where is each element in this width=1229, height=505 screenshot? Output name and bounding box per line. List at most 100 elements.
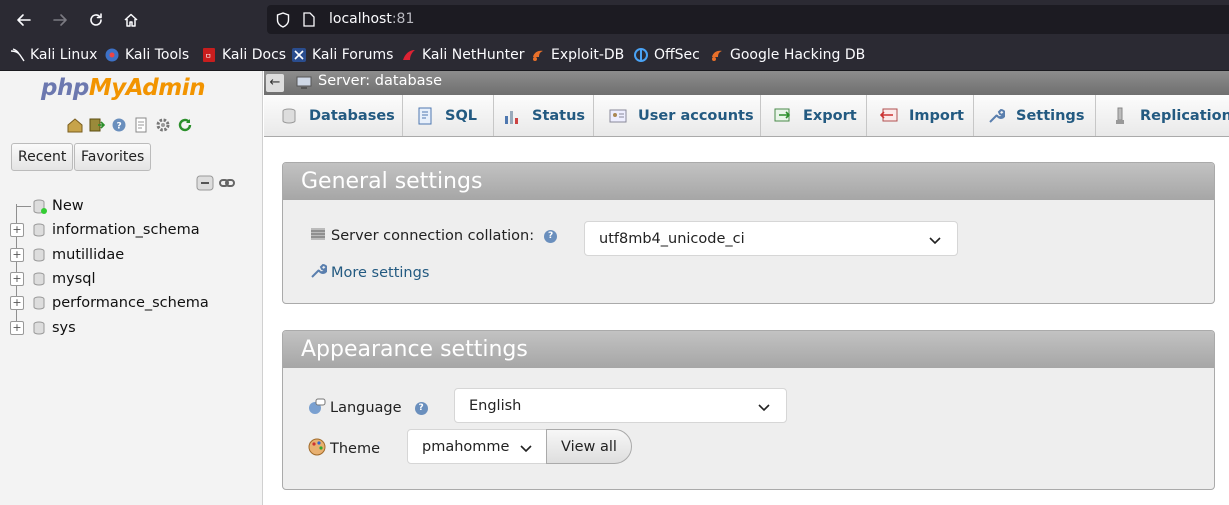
tree-item-new[interactable]: New — [17, 196, 84, 216]
appearance-settings-title: Appearance settings — [283, 331, 1214, 368]
bookmark-offsec[interactable]: OffSec — [634, 46, 700, 64]
link-icon[interactable] — [218, 175, 236, 195]
tree-item-performance-schema[interactable]: + performance_schema — [10, 293, 209, 313]
home-icon[interactable] — [66, 116, 84, 134]
help-icon[interactable]: ? — [414, 401, 428, 415]
more-settings-link[interactable]: More settings — [331, 265, 429, 281]
database-icon — [33, 272, 45, 286]
expand-icon[interactable]: + — [10, 296, 24, 310]
replication-icon — [1110, 106, 1130, 126]
home-icon[interactable] — [119, 8, 143, 32]
tree-controls — [196, 175, 236, 195]
tree-item-sys[interactable]: + sys — [10, 318, 76, 338]
databases-icon — [279, 106, 299, 126]
status-icon — [502, 106, 522, 126]
help-icon[interactable]: ? — [110, 116, 128, 134]
logout-icon[interactable] — [88, 116, 106, 134]
kali-docs-icon: ㅁ — [202, 48, 216, 62]
theme-select[interactable]: pmahomme — [407, 429, 547, 464]
appearance-settings-panel: Appearance settings Language ? English T… — [282, 330, 1215, 490]
bookmark-kali-forums[interactable]: Kali Forums — [292, 46, 393, 64]
kali-dragon-icon — [10, 48, 25, 62]
theme-label: Theme — [330, 441, 381, 457]
ghdb-icon — [710, 48, 724, 62]
kali-nethunter-icon — [402, 48, 416, 62]
shield-icon[interactable] — [276, 12, 290, 32]
database-icon — [33, 223, 45, 237]
bookmark-kali-nethunter[interactable]: Kali NetHunter — [402, 46, 524, 64]
tab-export[interactable]: Export — [761, 95, 867, 136]
tree-item-mysql[interactable]: + mysql — [10, 269, 96, 289]
general-settings-panel: General settings Server connection colla… — [282, 162, 1215, 304]
tree-branch — [17, 205, 31, 207]
favorites-tab-button[interactable]: Favorites — [74, 143, 152, 171]
general-settings-title: General settings — [283, 163, 1214, 200]
collation-row: Server connection collation: ? — [311, 228, 558, 244]
wrench-icon — [309, 262, 328, 284]
tab-user-accounts[interactable]: User accounts — [594, 95, 761, 136]
address-bar[interactable]: localhost:81 — [267, 5, 1229, 34]
bookmark-exploit-db[interactable]: Exploit-DB — [531, 46, 624, 64]
chevron-down-icon — [929, 233, 941, 249]
tab-replication[interactable]: Replication — [1096, 95, 1229, 136]
gear-icon[interactable] — [154, 116, 172, 134]
palette-icon — [308, 438, 326, 460]
exploit-db-icon — [531, 48, 545, 62]
language-row: Language ? — [308, 397, 428, 419]
forward-arrow-icon[interactable] — [48, 8, 72, 32]
expand-icon[interactable]: + — [10, 223, 24, 237]
top-menu: Databases SQL Status User accounts Expor… — [264, 95, 1229, 137]
breadcrumb: ← Server: database — [264, 71, 1229, 95]
new-database-icon — [33, 199, 47, 214]
expand-icon[interactable]: + — [10, 248, 24, 262]
collation-select[interactable]: utf8mb4_unicode_ci — [584, 221, 958, 256]
tab-databases[interactable]: Databases — [264, 95, 403, 136]
kali-tools-icon — [105, 48, 119, 62]
back-arrow-icon[interactable] — [12, 8, 36, 32]
offsec-icon — [634, 48, 648, 62]
collapse-all-icon[interactable] — [196, 175, 214, 195]
wrench-icon — [986, 106, 1006, 126]
help-icon[interactable]: ? — [544, 229, 558, 243]
tree-item-mutillidae[interactable]: + mutillidae — [10, 245, 124, 265]
collapse-navigation-icon[interactable]: ← — [266, 74, 284, 92]
tab-status[interactable]: Status — [494, 95, 594, 136]
theme-row: Theme — [308, 438, 380, 460]
quick-links: ? — [66, 116, 194, 134]
breadcrumb-server[interactable]: Server: database — [318, 73, 442, 89]
navigation-panel: phpMyAdmin ? Recent Favorites New + info… — [0, 71, 263, 505]
export-icon — [773, 106, 793, 126]
sql-icon — [415, 106, 435, 126]
collation-label: Server connection collation: — [331, 228, 535, 244]
language-select[interactable]: English — [454, 388, 787, 423]
tab-import[interactable]: Import — [867, 95, 974, 136]
expand-icon[interactable]: + — [10, 272, 24, 286]
url-text: localhost:81 — [329, 11, 415, 27]
bookmark-kali-tools[interactable]: Kali Tools — [105, 46, 189, 64]
tab-settings[interactable]: Settings — [974, 95, 1096, 136]
language-icon — [308, 397, 326, 419]
bookmark-kali-linux[interactable]: Kali Linux — [10, 46, 97, 64]
server-icon — [296, 75, 312, 95]
bookmark-google-hacking-db[interactable]: Google Hacking DB — [710, 46, 865, 64]
tab-sql[interactable]: SQL — [403, 95, 494, 136]
reload-icon[interactable] — [176, 116, 194, 134]
bookmark-kali-docs[interactable]: ㅁ Kali Docs — [202, 46, 286, 64]
database-icon — [33, 296, 45, 310]
import-icon — [879, 106, 899, 126]
database-icon — [33, 321, 45, 335]
view-all-themes-button[interactable]: View all — [546, 429, 632, 464]
expand-icon[interactable]: + — [10, 321, 24, 335]
main-content: ← Server: database Databases SQL Status … — [264, 71, 1229, 505]
database-icon — [33, 248, 45, 262]
documentation-icon[interactable] — [132, 116, 150, 134]
bookmarks-bar: Kali Linux Kali Tools ㅁ Kali Docs Kali F… — [0, 39, 1229, 71]
page-icon — [303, 12, 315, 31]
phpmyadmin-logo[interactable]: phpMyAdmin — [41, 75, 205, 101]
recent-tab-button[interactable]: Recent — [11, 143, 74, 171]
reload-icon[interactable] — [84, 8, 108, 32]
language-label: Language — [330, 400, 402, 416]
user-accounts-icon — [608, 106, 628, 126]
tree-item-information-schema[interactable]: + information_schema — [10, 220, 200, 240]
chevron-down-icon — [758, 400, 770, 416]
